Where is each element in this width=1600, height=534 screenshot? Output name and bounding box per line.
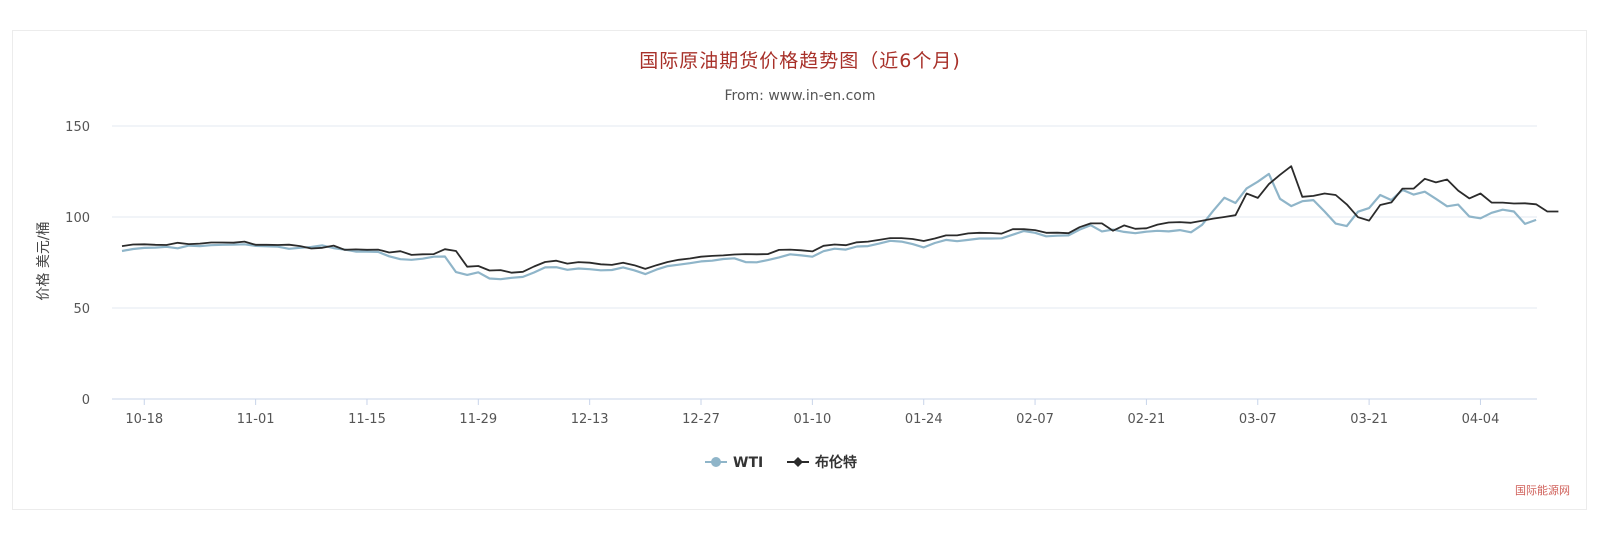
series-line-wti <box>121 172 1537 281</box>
grid-lines <box>112 125 1537 400</box>
x-tick-label: 12-13 <box>571 412 609 427</box>
chart-plot: 0 50 100 150 10-18 11-01 11-15 11-29 12-13 12-27… <box>36 120 1559 471</box>
y-tick-label: 0 <box>82 393 90 408</box>
x-tick-label: 02-07 <box>1016 412 1054 427</box>
x-tick-label: 04-04 <box>1462 412 1500 427</box>
legend-item-brent[interactable]: 布伦特 <box>787 454 857 471</box>
x-tick-label: 10-18 <box>125 412 163 427</box>
x-axis: 10-18 11-01 11-15 11-29 12-13 12-27 01-10 01-24… <box>125 399 1499 427</box>
y-tick-label: 150 <box>65 120 90 135</box>
y-tick-labels: 0 50 100 150 <box>65 120 90 408</box>
legend-label: WTI <box>733 455 763 471</box>
series-line-brent <box>121 165 1559 274</box>
x-tick-label: 03-21 <box>1350 412 1388 427</box>
x-tick-label: 03-07 <box>1239 412 1277 427</box>
legend-circle-icon <box>711 457 721 467</box>
y-axis-label: 价格 美元/桶 <box>36 221 52 300</box>
y-tick-label: 100 <box>65 211 90 226</box>
x-tick-label: 12-27 <box>682 412 720 427</box>
legend-item-wti[interactable]: WTI <box>705 455 763 471</box>
watermark-logo: 国际能源网 <box>1515 484 1570 497</box>
x-tick-label: 01-24 <box>905 412 943 427</box>
legend-label: 布伦特 <box>815 454 857 471</box>
x-tick-label: 11-01 <box>237 412 275 427</box>
x-tick-label: 11-29 <box>459 412 497 427</box>
x-tick-label: 11-15 <box>348 412 386 427</box>
legend: WTI 布伦特 <box>705 454 857 471</box>
series-lines <box>121 165 1559 281</box>
y-tick-label: 50 <box>73 302 90 317</box>
x-tick-label: 01-10 <box>793 412 831 427</box>
x-tick-label: 02-21 <box>1128 412 1166 427</box>
legend-diamond-icon <box>793 457 803 467</box>
